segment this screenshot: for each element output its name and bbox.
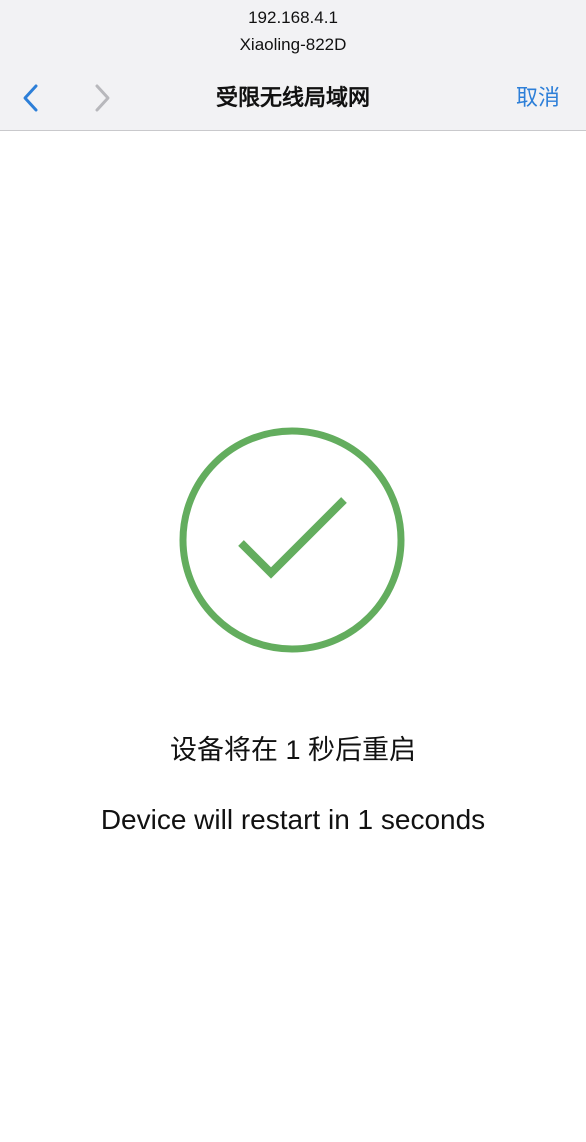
- check-circle-icon: [179, 427, 405, 653]
- restart-message-english: Device will restart in 1 seconds: [100, 804, 486, 835]
- main-content: 设备将在 1 秒后重启 Device will restart in 1 sec…: [0, 132, 586, 1142]
- back-button[interactable]: [13, 80, 49, 116]
- chevron-right-icon: [95, 84, 110, 112]
- captive-portal-header: 192.168.4.1 Xiaoling-822D 受限无线局域网 取消: [0, 0, 586, 131]
- network-name: Xiaoling-822D: [239, 35, 347, 54]
- restart-message-chinese: 设备将在 1 秒后重启: [169, 735, 417, 765]
- chevron-left-icon: [23, 84, 38, 112]
- forward-button[interactable]: [84, 80, 120, 116]
- page-url: 192.168.4.1: [248, 8, 338, 27]
- cancel-button[interactable]: 取消: [516, 84, 560, 112]
